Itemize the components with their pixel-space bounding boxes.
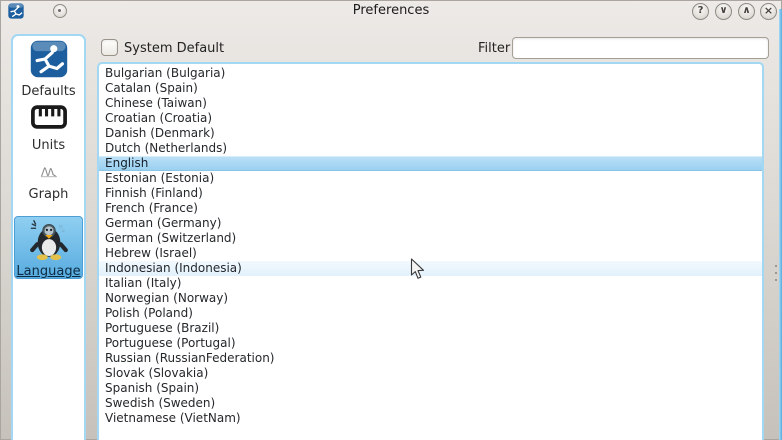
filter-input[interactable] <box>512 37 769 59</box>
language-list-item[interactable]: Indonesian (Indonesia) <box>99 261 762 276</box>
language-list[interactable]: Bulgarian (Bulgaria)Catalan (Spain)Chine… <box>97 62 764 440</box>
language-list-item[interactable]: Croatian (Croatia) <box>99 111 762 126</box>
language-list-item[interactable]: Chinese (Taiwan) <box>99 96 762 111</box>
tux-penguin-icon <box>27 219 71 265</box>
window-resize-handle[interactable] <box>775 265 777 267</box>
window-resize-handle[interactable] <box>775 279 777 281</box>
language-list-item[interactable]: Italian (Italy) <box>99 276 762 291</box>
language-list-item[interactable]: Dutch (Netherlands) <box>99 141 762 156</box>
language-list-item[interactable]: Danish (Denmark) <box>99 126 762 141</box>
profile-graph-icon <box>40 164 58 183</box>
filter-label: Filter <box>478 41 510 56</box>
language-list-item[interactable]: Catalan (Spain) <box>99 81 762 96</box>
sidebar-item-graph[interactable]: Graph <box>14 164 83 202</box>
language-list-item[interactable]: Spanish (Spain) <box>99 381 762 396</box>
sidebar-item-label: Graph <box>14 187 83 202</box>
language-list-item[interactable]: Norwegian (Norway) <box>99 291 762 306</box>
language-list-item[interactable]: German (Germany) <box>99 216 762 231</box>
sidebar-item-units[interactable]: Units <box>14 104 83 153</box>
window-resize-handle[interactable] <box>775 272 777 274</box>
language-list-item[interactable]: Finnish (Finland) <box>99 186 762 201</box>
sidebar-item-label: Defaults <box>14 84 83 99</box>
sidebar-item-label: Units <box>14 138 83 153</box>
system-default-checkbox[interactable] <box>101 39 118 56</box>
minimize-button[interactable]: ∨ <box>715 3 732 20</box>
diver-icon <box>29 40 69 82</box>
titlebar[interactable]: Preferences ? ∨ ∧ × <box>0 0 782 22</box>
sidebar-item-label: Language <box>15 264 82 279</box>
help-button[interactable]: ? <box>692 3 709 20</box>
language-list-item[interactable]: Estonian (Estonia) <box>99 171 762 186</box>
language-list-item[interactable]: Hebrew (Israel) <box>99 246 762 261</box>
language-list-item[interactable]: Polish (Poland) <box>99 306 762 321</box>
language-list-item[interactable]: Russian (RussianFederation) <box>99 351 762 366</box>
system-default-label: System Default <box>124 41 224 56</box>
language-list-item[interactable]: Portuguese (Brazil) <box>99 321 762 336</box>
language-list-item[interactable]: Vietnamese (VietNam) <box>99 411 762 426</box>
sidebar-item-language[interactable]: Language <box>14 216 83 279</box>
language-list-item[interactable]: French (France) <box>99 201 762 216</box>
sidebar-item-defaults[interactable]: Defaults <box>14 40 83 99</box>
window-title: Preferences <box>0 3 782 18</box>
preferences-sidebar: Defaults Units Graph <box>11 34 86 440</box>
mouse-cursor <box>410 258 425 284</box>
language-list-item[interactable]: Swedish (Sweden) <box>99 396 762 411</box>
maximize-button[interactable]: ∧ <box>738 3 755 20</box>
close-button[interactable]: × <box>760 3 777 20</box>
language-list-item[interactable]: Bulgarian (Bulgaria) <box>99 66 762 81</box>
language-list-item[interactable]: Slovak (Slovakia) <box>99 366 762 381</box>
language-list-item[interactable]: German (Switzerland) <box>99 231 762 246</box>
preferences-window: { "window": { "title": "Preferences", "a… <box>0 0 782 440</box>
language-list-item[interactable]: English <box>99 156 762 171</box>
ruler-icon <box>30 104 68 134</box>
language-list-item[interactable]: Portuguese (Portugal) <box>99 336 762 351</box>
